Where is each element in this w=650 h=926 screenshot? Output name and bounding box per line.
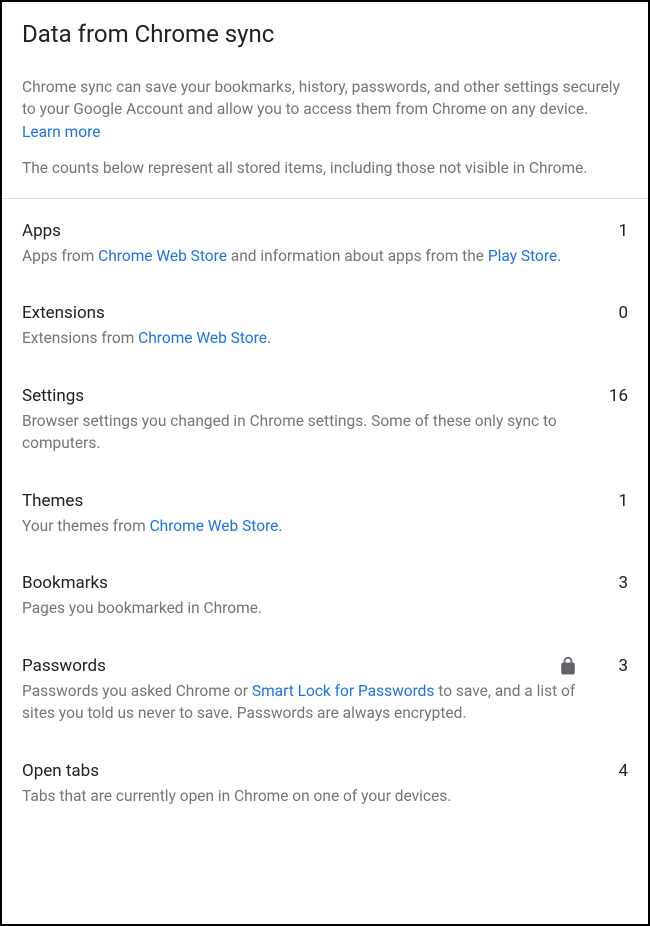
intro-prefix: Chrome sync can save your bookmarks, his… [22, 78, 620, 118]
chrome-web-store-link[interactable]: Chrome Web Store. [150, 517, 283, 535]
item-header: Bookmarks 3 [22, 573, 628, 593]
item-title: Apps [22, 221, 604, 241]
item-count: 1 [604, 221, 628, 241]
item-header: Settings 16 [22, 386, 628, 406]
page-title: Data from Chrome sync [22, 20, 628, 48]
sync-item-settings: Settings 16 Browser settings you changed… [22, 364, 628, 469]
chrome-web-store-link[interactable]: Chrome Web Store [98, 247, 227, 265]
item-header: Themes 1 [22, 491, 628, 511]
item-header: Apps 1 [22, 221, 628, 241]
chrome-web-store-link[interactable]: Chrome Web Store. [138, 329, 271, 347]
sync-item-extensions: Extensions 0 Extensions from Chrome Web … [22, 281, 628, 363]
sync-item-bookmarks: Bookmarks 3 Pages you bookmarked in Chro… [22, 551, 628, 633]
item-title: Settings [22, 386, 604, 406]
desc-text: Extensions from [22, 329, 138, 347]
item-desc: Extensions from Chrome Web Store. [22, 327, 628, 349]
sync-item-themes: Themes 1 Your themes from Chrome Web Sto… [22, 469, 628, 551]
sync-item-apps: Apps 1 Apps from Chrome Web Store and in… [22, 199, 628, 281]
item-desc: Browser settings you changed in Chrome s… [22, 410, 628, 455]
item-title: Passwords [22, 656, 558, 676]
desc-text: Passwords you asked Chrome or [22, 682, 252, 700]
sync-data-panel: Data from Chrome sync Chrome sync can sa… [2, 2, 648, 839]
item-desc: Tabs that are currently open in Chrome o… [22, 785, 628, 807]
item-count: 4 [604, 761, 628, 781]
sync-item-passwords: Passwords 3 Passwords you asked Chrome o… [22, 634, 628, 739]
lock-icon [558, 656, 578, 676]
item-count: 3 [604, 656, 628, 676]
item-desc: Pages you bookmarked in Chrome. [22, 597, 628, 619]
play-store-link[interactable]: Play Store. [488, 247, 561, 265]
item-header: Passwords 3 [22, 656, 628, 676]
item-title: Themes [22, 491, 604, 511]
sync-item-open-tabs: Open tabs 4 Tabs that are currently open… [22, 739, 628, 821]
item-desc: Apps from Chrome Web Store and informati… [22, 245, 628, 267]
item-count: 0 [604, 303, 628, 323]
item-count: 16 [604, 386, 628, 406]
intro-text: Chrome sync can save your bookmarks, his… [22, 76, 628, 143]
item-count: 3 [604, 573, 628, 593]
desc-text: Your themes from [22, 517, 150, 535]
item-title: Extensions [22, 303, 604, 323]
counts-subtext: The counts below represent all stored it… [22, 157, 628, 179]
item-desc: Passwords you asked Chrome or Smart Lock… [22, 680, 628, 725]
item-header: Extensions 0 [22, 303, 628, 323]
smart-lock-link[interactable]: Smart Lock for Passwords [252, 682, 435, 700]
item-desc: Your themes from Chrome Web Store. [22, 515, 628, 537]
item-title: Bookmarks [22, 573, 604, 593]
item-title: Open tabs [22, 761, 604, 781]
desc-text: Apps from [22, 247, 98, 265]
item-count: 1 [604, 491, 628, 511]
desc-text: and information about apps from the [227, 247, 488, 265]
item-header: Open tabs 4 [22, 761, 628, 781]
learn-more-link[interactable]: Learn more [22, 123, 100, 141]
